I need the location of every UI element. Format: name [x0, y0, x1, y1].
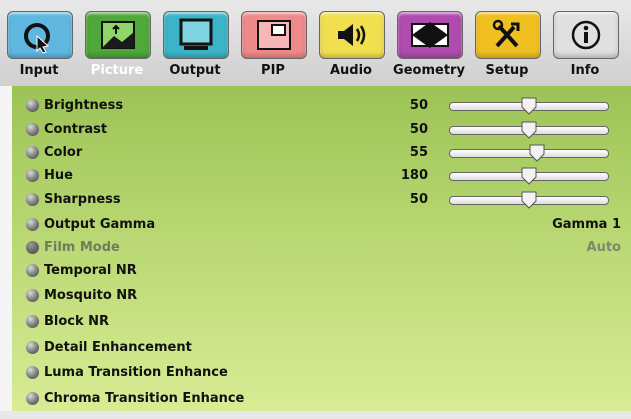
tab-pip[interactable]: PIP — [234, 0, 312, 86]
bullet-icon — [26, 341, 39, 354]
setting-label: Color — [44, 145, 83, 160]
cursor-icon — [7, 11, 73, 59]
slider-thumb[interactable] — [521, 121, 537, 139]
setting-value: Auto — [586, 240, 621, 255]
slider-thumb[interactable] — [521, 191, 537, 209]
bottom-bar — [0, 411, 631, 419]
tab-label: Audio — [329, 63, 372, 78]
setting-value: Gamma 1 — [552, 217, 621, 232]
setting-color[interactable]: Color 55 — [12, 141, 631, 164]
setting-block-nr[interactable]: Block NR — [12, 310, 631, 333]
setting-label: Output Gamma — [44, 217, 156, 232]
bullet-icon — [26, 99, 39, 112]
setting-detail-enhancement[interactable]: Detail Enhancement — [12, 336, 631, 359]
tab-label: PIP — [261, 63, 285, 78]
sharpness-slider[interactable] — [449, 191, 609, 209]
tab-output[interactable]: Output — [156, 0, 234, 86]
setting-label: Temporal NR — [44, 263, 137, 278]
setting-label: Luma Transition Enhance — [44, 365, 228, 380]
info-icon — [553, 11, 619, 59]
tab-audio[interactable]: Audio — [312, 0, 390, 86]
tab-label: Info — [570, 63, 600, 78]
bullet-icon — [26, 392, 39, 405]
setting-label: Detail Enhancement — [44, 340, 192, 355]
speaker-icon — [319, 11, 385, 59]
tab-info[interactable]: Info — [546, 0, 624, 86]
bullet-icon — [26, 289, 39, 302]
bullet-icon — [26, 218, 39, 231]
bullet-icon — [26, 169, 39, 182]
tab-label: Input — [19, 63, 59, 78]
bullet-icon — [26, 193, 39, 206]
bullet-icon — [26, 241, 39, 254]
setting-sharpness[interactable]: Sharpness 50 — [12, 188, 631, 211]
monitor-icon — [163, 11, 229, 59]
tab-input[interactable]: Input — [0, 0, 78, 86]
setting-chroma-transition-enhance[interactable]: Chroma Transition Enhance — [12, 387, 631, 410]
tools-icon — [475, 11, 541, 59]
tab-label: Output — [169, 63, 221, 78]
setting-label: Hue — [44, 168, 73, 183]
bullet-icon — [26, 146, 39, 159]
slider-thumb[interactable] — [529, 144, 545, 162]
setting-label: Brightness — [44, 98, 124, 113]
setting-value: 180 — [400, 168, 428, 183]
tab-label: Picture — [90, 63, 144, 78]
slider-thumb[interactable] — [521, 97, 537, 115]
setting-brightness[interactable]: Brightness 50 — [12, 94, 631, 117]
bullet-icon — [26, 315, 39, 328]
setting-label: Sharpness — [44, 192, 121, 207]
setting-value: 50 — [409, 122, 428, 137]
slider-thumb[interactable] — [521, 167, 537, 185]
setting-label: Block NR — [44, 314, 110, 329]
tab-bar: Input Picture Output PIP Audio Geometry … — [0, 0, 631, 86]
tab-setup[interactable]: Setup — [468, 0, 546, 86]
setting-hue[interactable]: Hue 180 — [12, 164, 631, 187]
color-slider[interactable] — [449, 144, 609, 162]
setting-film-mode: Film Mode Auto — [12, 236, 631, 259]
setting-label: Chroma Transition Enhance — [44, 391, 245, 406]
setting-output-gamma[interactable]: Output Gamma Gamma 1 — [12, 213, 631, 236]
image-icon — [85, 11, 151, 59]
setting-value: 50 — [409, 192, 428, 207]
tab-label: Setup — [485, 63, 529, 78]
setting-value: 55 — [409, 145, 428, 160]
setting-label: Film Mode — [44, 240, 120, 255]
pip-icon — [241, 11, 307, 59]
osd-menu: Input Picture Output PIP Audio Geometry … — [0, 0, 631, 419]
setting-value: 50 — [409, 98, 428, 113]
geometry-icon — [397, 11, 463, 59]
setting-luma-transition-enhance[interactable]: Luma Transition Enhance — [12, 361, 631, 384]
brightness-slider[interactable] — [449, 97, 609, 115]
setting-label: Contrast — [44, 122, 108, 137]
bullet-icon — [26, 264, 39, 277]
setting-mosquito-nr[interactable]: Mosquito NR — [12, 284, 631, 307]
picture-settings-panel: Brightness 50 Contrast 50 Color 55 Hue 1… — [12, 86, 631, 411]
tab-label: Geometry — [393, 63, 465, 78]
hue-slider[interactable] — [449, 167, 609, 185]
tab-picture[interactable]: Picture — [78, 0, 156, 86]
bullet-icon — [26, 123, 39, 136]
contrast-slider[interactable] — [449, 121, 609, 139]
setting-contrast[interactable]: Contrast 50 — [12, 118, 631, 141]
setting-label: Mosquito NR — [44, 288, 138, 303]
tab-geometry[interactable]: Geometry — [390, 0, 468, 86]
bullet-icon — [26, 366, 39, 379]
setting-temporal-nr[interactable]: Temporal NR — [12, 259, 631, 282]
